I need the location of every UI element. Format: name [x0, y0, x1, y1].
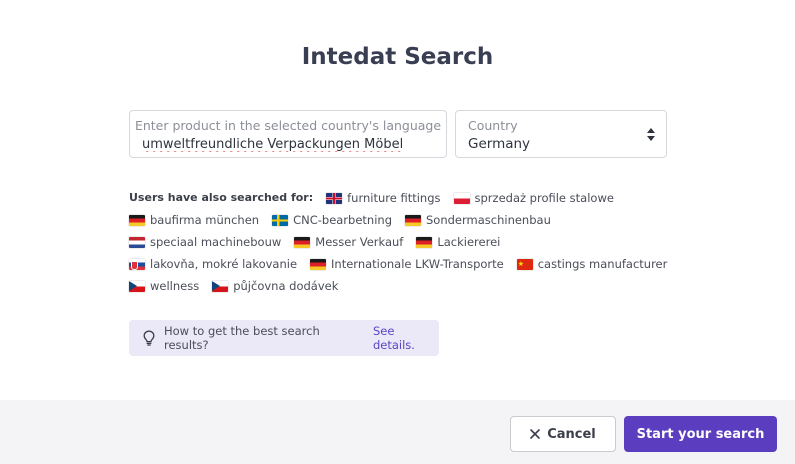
suggestion-text: castings manufacturer — [537, 257, 668, 271]
search-tip-banner: How to get the best search results? See … — [129, 320, 439, 356]
suggestion-text: půjčovna dodávek — [233, 279, 339, 293]
germany-flag-icon — [405, 214, 421, 226]
czech-flag-icon — [212, 280, 229, 292]
suggestion-text: Internationale LKW-Transporte — [331, 257, 504, 271]
suggestion-tag[interactable]: půjčovna dodávek — [212, 278, 338, 294]
start-search-button[interactable]: Start your search — [624, 416, 777, 452]
suggestion-tag[interactable]: lakovňa, mokré lakovanie — [129, 256, 297, 272]
also-searched-label: Users have also searched for: — [129, 191, 314, 204]
suggestion-text: baufirma münchen — [150, 213, 260, 227]
suggestion-tag[interactable]: baufirma münchen — [129, 212, 259, 228]
germany-flag-icon — [129, 214, 145, 226]
suggestion-tag[interactable]: sprzedaż profile stalowe — [453, 190, 614, 206]
suggestion-text: speciaal machinebouw — [150, 235, 282, 249]
germany-flag-icon — [416, 236, 433, 248]
suggestion-tag[interactable]: speciaal machinebouw — [129, 234, 281, 250]
product-input[interactable] — [142, 135, 442, 153]
suggestion-tag[interactable]: furniture fittings — [326, 190, 441, 206]
also-searched-list: Users have also searched for: furniture … — [129, 190, 669, 294]
suggestion-tag[interactable]: Internationale LKW-Transporte — [310, 256, 504, 272]
dialog-footer: Cancel Start your search — [0, 400, 795, 464]
suggestion-text: furniture fittings — [347, 191, 441, 205]
close-icon — [530, 429, 541, 439]
country-select[interactable]: Country Germany — [455, 110, 667, 158]
lightbulb-icon — [143, 330, 155, 346]
netherlands-flag-icon — [129, 236, 145, 248]
germany-flag-icon — [294, 236, 311, 248]
suggestion-text: Messer Verkauf — [315, 235, 404, 249]
suggestion-tag[interactable]: Messer Verkauf — [294, 234, 403, 250]
sweden-flag-icon — [272, 214, 289, 226]
suggestion-tag[interactable]: wellness — [129, 278, 199, 294]
suggestion-tag[interactable]: Sondermaschinenbau — [405, 212, 551, 228]
uk-flag-icon — [326, 192, 343, 204]
cancel-button[interactable]: Cancel — [510, 416, 616, 452]
country-label: Country — [468, 118, 518, 133]
suggestion-text: wellness — [150, 279, 200, 293]
suggestion-tag[interactable]: castings manufacturer — [516, 256, 668, 272]
suggestion-text: CNC-bearbetning — [293, 213, 392, 227]
suggestion-tag[interactable]: CNC-bearbetning — [272, 212, 392, 228]
page-title: Intedat Search — [301, 44, 494, 70]
see-details-link[interactable]: See details. — [373, 324, 439, 352]
country-value: Germany — [468, 136, 531, 152]
suggestion-tag[interactable]: Lackiererei — [416, 234, 500, 250]
suggestion-text: sprzedaż profile stalowe — [474, 191, 614, 205]
tip-text: How to get the best search results? — [164, 324, 320, 352]
germany-flag-icon — [310, 258, 327, 270]
product-field-label: Enter product in the selected country's … — [134, 118, 442, 133]
china-flag-icon — [516, 256, 533, 272]
product-field[interactable]: Enter product in the selected country's … — [129, 110, 447, 158]
poland-flag-icon — [453, 192, 470, 204]
suggestion-text: Lackiererei — [437, 235, 501, 249]
suggestion-text: lakovňa, mokré lakovanie — [150, 257, 298, 271]
cancel-label: Cancel — [547, 426, 596, 442]
czech-flag-icon — [129, 280, 145, 292]
slovakia-flag-icon — [129, 258, 145, 270]
suggestion-text: Sondermaschinenbau — [426, 213, 551, 227]
sort-arrows-icon — [647, 128, 655, 141]
